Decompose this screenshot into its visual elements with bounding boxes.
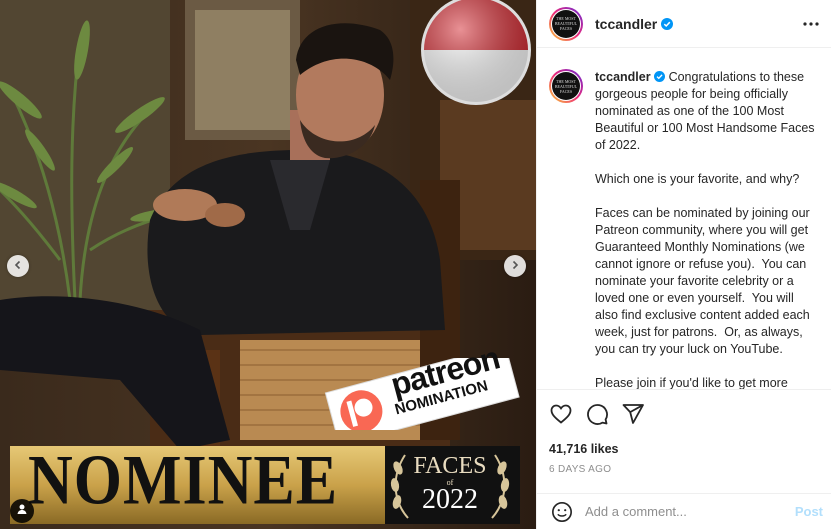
- caption-row: THE MOST BEAUTIFUL FACES tccandler Congr…: [549, 69, 817, 389]
- caption-avatar[interactable]: THE MOST BEAUTIFUL FACES: [549, 69, 583, 103]
- post-comment-button[interactable]: Post: [795, 504, 823, 519]
- tag-user-icon: [16, 502, 28, 520]
- nominee-title: NOMINEE: [28, 441, 339, 520]
- avatar[interactable]: THE MOST BEAUTIFUL FACES: [549, 6, 583, 41]
- carousel-prev-button[interactable]: [7, 255, 29, 277]
- avatar-logo: THE MOST BEAUTIFUL FACES: [552, 9, 580, 38]
- faces-title: FACES: [413, 453, 487, 479]
- post-panel: THE MOST BEAUTIFUL FACES tccandler THE M…: [536, 0, 831, 529]
- post-header: THE MOST BEAUTIFUL FACES tccandler: [537, 0, 831, 48]
- post-image[interactable]: NOMINEE FACES of 2022 patreon NOMINATION: [0, 0, 536, 529]
- verified-icon: [661, 17, 674, 30]
- indonesia-flag: [421, 0, 531, 105]
- more-options-button[interactable]: [801, 14, 821, 39]
- add-comment-bar: Post: [537, 493, 831, 529]
- heart-icon[interactable]: [549, 402, 573, 426]
- caption-verified-icon: [654, 71, 666, 82]
- caption-username[interactable]: tccandler: [595, 70, 651, 84]
- chevron-left-icon: [13, 257, 23, 275]
- share-icon[interactable]: [621, 402, 645, 426]
- comments-area[interactable]: THE MOST BEAUTIFUL FACES tccandler Congr…: [537, 49, 831, 389]
- chevron-right-icon: [510, 257, 520, 275]
- carousel-next-button[interactable]: [504, 255, 526, 277]
- emoji-icon[interactable]: [551, 501, 573, 523]
- caption-avatar-logo: THE MOST BEAUTIFUL FACES: [552, 72, 580, 100]
- more-icon: [801, 21, 821, 38]
- post-timestamp[interactable]: 6 DAYS AGO: [549, 464, 819, 475]
- comment-icon[interactable]: [585, 402, 609, 426]
- tagged-users-button[interactable]: [10, 499, 34, 523]
- caption-text: Congratulations to these gorgeous people…: [595, 70, 815, 389]
- caption: tccandler Congratulations to these gorge…: [595, 69, 817, 389]
- username-link[interactable]: tccandler: [595, 16, 657, 32]
- patreon-nomination-badge: patreon NOMINATION: [323, 339, 521, 430]
- likes-count[interactable]: 41,716 likes: [549, 442, 819, 456]
- comment-input[interactable]: [585, 504, 795, 519]
- faces-year: 2022: [422, 484, 478, 515]
- post-actions: 41,716 likes 6 DAYS AGO: [537, 389, 831, 493]
